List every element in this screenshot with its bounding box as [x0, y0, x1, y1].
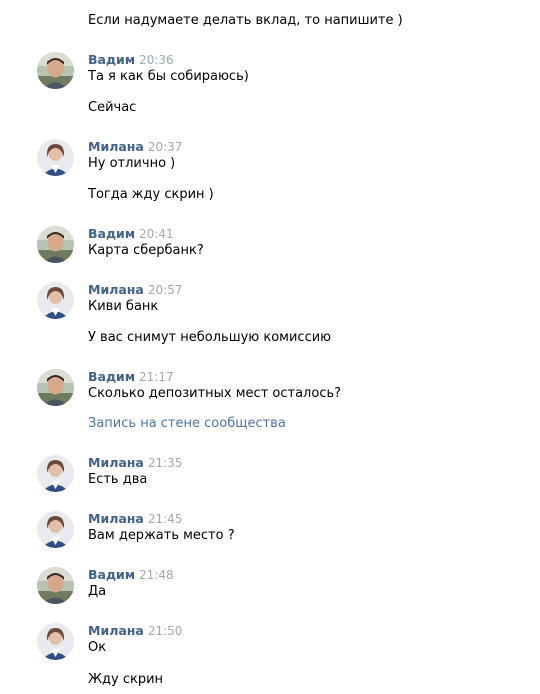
- wall-post-link[interactable]: Запись на стене сообщества: [88, 416, 286, 432]
- message-time: 20:41: [139, 227, 174, 241]
- avatar-milana[interactable]: [37, 511, 74, 548]
- message-text: Сейчас: [88, 100, 137, 115]
- message-header: Вадим 20:41: [88, 226, 174, 243]
- message-time: 20:36: [139, 53, 174, 67]
- author-name[interactable]: Милана: [88, 511, 144, 526]
- message-time: 20:37: [147, 140, 183, 154]
- message-time: 21:48: [139, 568, 174, 582]
- avatar-milana[interactable]: [37, 282, 74, 319]
- author-name[interactable]: Вадим: [88, 567, 135, 582]
- avatar-vadim[interactable]: [37, 226, 74, 263]
- message-header: Милана 21:35: [88, 455, 182, 472]
- message-header: Милана 21:50: [88, 623, 182, 640]
- message-text: У вас снимут небольшую комиссию: [88, 330, 332, 345]
- message-text: Жду скрин: [88, 672, 164, 687]
- author-name[interactable]: Милана: [88, 139, 144, 154]
- avatar-vadim-image: [37, 369, 74, 406]
- message-time: 21:50: [147, 624, 183, 638]
- message-text: Тогда жду скрин ): [88, 187, 214, 202]
- message-header: Милана 21:45: [88, 511, 182, 528]
- avatar-milana-image: [37, 282, 74, 319]
- author-name[interactable]: Милана: [88, 282, 144, 297]
- message-text: Ок: [88, 640, 107, 655]
- message-text: Киви банк: [88, 299, 159, 314]
- message-text: Ну отлично ): [88, 156, 176, 171]
- avatar-vadim-image: [37, 226, 74, 263]
- avatar-milana-image: [37, 455, 74, 492]
- message-time: 20:57: [147, 283, 183, 297]
- author-name[interactable]: Вадим: [88, 52, 135, 67]
- avatar-milana[interactable]: [37, 455, 74, 492]
- avatar-vadim[interactable]: [37, 567, 74, 604]
- author-name[interactable]: Милана: [88, 623, 144, 638]
- message-text: Если надумаете делать вклад, то напишите…: [88, 13, 403, 28]
- message-header: Милана 20:57: [88, 282, 182, 299]
- avatar-vadim-image: [37, 567, 74, 604]
- message-text: Вам держать место ?: [88, 528, 235, 543]
- avatar-vadim[interactable]: [37, 369, 74, 406]
- message-time: 21:35: [147, 456, 183, 470]
- message-time: 21:17: [139, 370, 174, 384]
- avatar-milana[interactable]: [37, 623, 74, 660]
- avatar-milana-image: [37, 623, 74, 660]
- author-name[interactable]: Вадим: [88, 369, 135, 384]
- message-header: Вадим 20:36: [88, 52, 174, 69]
- message-header: Милана 20:37: [88, 139, 182, 156]
- avatar-vadim-image: [37, 52, 74, 89]
- message-text: Карта сбербанк?: [88, 243, 204, 258]
- chat-history: Если надумаете делать вклад, то напишите…: [0, 0, 540, 694]
- message-header: Вадим 21:17: [88, 369, 174, 386]
- message-text: Та я как бы собираюсь): [88, 69, 249, 84]
- message-text: Сколько депозитных мест осталось?: [88, 386, 342, 401]
- message-text: Да: [88, 584, 107, 599]
- message-text: Есть два: [88, 472, 148, 487]
- avatar-milana-image: [37, 139, 74, 176]
- author-name[interactable]: Милана: [88, 455, 144, 470]
- author-name[interactable]: Вадим: [88, 226, 135, 241]
- avatar-milana-image: [37, 511, 74, 548]
- message-header: Вадим 21:48: [88, 567, 174, 584]
- avatar-vadim[interactable]: [37, 52, 74, 89]
- message-time: 21:45: [147, 512, 183, 526]
- avatar-milana[interactable]: [37, 139, 74, 176]
